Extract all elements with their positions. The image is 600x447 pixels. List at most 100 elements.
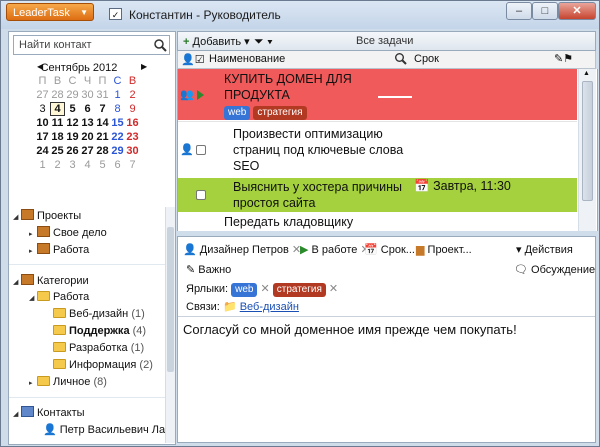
tree-categories[interactable]: ◢ Категории <box>13 274 89 287</box>
task-row[interactable]: Выяснить у хостера причины простоя сайта… <box>178 178 577 212</box>
calendar-day[interactable]: 31 <box>95 88 110 102</box>
calendar-day[interactable]: 19 <box>65 130 80 144</box>
remove-icon[interactable]: ✕ <box>260 283 269 295</box>
calendar-day[interactable]: 21 <box>95 130 110 144</box>
calendar-day[interactable]: 8 <box>110 102 125 116</box>
calendar-day[interactable]: 2 <box>125 88 140 102</box>
calendar-day[interactable]: 22 <box>110 130 125 144</box>
tag-web[interactable]: web <box>231 283 258 297</box>
calendar-day[interactable]: 23 <box>125 130 140 144</box>
maximize-button[interactable]: □ <box>532 2 558 20</box>
sidebar-scrollbar[interactable] <box>165 207 175 443</box>
calendar-day[interactable]: 28 <box>95 144 110 158</box>
task-row[interactable]: 👤 Произвести оптимизацию страниц под клю… <box>178 121 577 179</box>
search-icon[interactable] <box>394 52 407 65</box>
task-list-scrollbar[interactable]: ▲ <box>578 69 596 231</box>
tag-strategy[interactable]: стратегия <box>272 283 326 297</box>
calendar-day[interactable]: 29 <box>110 144 125 158</box>
actions-menu[interactable]: ▾ Действия <box>516 243 573 256</box>
tree-project-item[interactable]: ▸ Работа <box>29 243 89 256</box>
minimize-button[interactable]: – <box>506 2 532 20</box>
project-button[interactable]: ▆ Проект... <box>416 243 472 256</box>
calendar-day[interactable]: 6 <box>80 102 95 116</box>
add-task-button[interactable]: + Добавить ▾ <box>183 35 250 48</box>
tree-category-item[interactable]: Веб-дизайн (1) <box>53 308 145 320</box>
collapse-icon[interactable]: ◢ <box>29 294 37 302</box>
tag-web[interactable]: web <box>224 106 251 120</box>
tree-category-work[interactable]: ◢ Работа <box>29 291 89 303</box>
calendar-day[interactable]: 16 <box>125 116 140 130</box>
tree-contact-item[interactable]: 👤 Петр Васильевич Лаг <box>43 423 169 436</box>
tree-category-personal[interactable]: ▸ Личное (8) <box>29 376 107 388</box>
assignee-field[interactable]: 👤 Дизайнер Петров ✕ <box>183 243 301 256</box>
status-button[interactable]: ▶ В работе ✕ <box>300 243 370 256</box>
tag-strategy[interactable]: стратегия <box>253 106 307 120</box>
discussion-button[interactable]: 🗨 Обсуждение <box>514 263 595 276</box>
tree-category-item-selected[interactable]: Поддержка (4) <box>53 325 146 337</box>
calendar-day[interactable]: 9 <box>125 102 140 116</box>
calendar-day[interactable]: 30 <box>80 88 95 102</box>
close-button[interactable]: ✕ <box>558 2 596 20</box>
search-icon[interactable] <box>153 38 167 52</box>
task-checkbox[interactable] <box>196 145 206 155</box>
calendar-day[interactable]: 14 <box>95 116 110 130</box>
calendar-day[interactable]: 30 <box>125 144 140 158</box>
related-link[interactable]: Веб-дизайн <box>240 301 299 313</box>
scrollbar-thumb[interactable] <box>582 81 593 201</box>
tree-category-item[interactable]: Информация (2) <box>53 359 153 371</box>
app-menu-button[interactable]: LeaderTask ▼ <box>6 3 94 21</box>
prev-month-button[interactable]: ◀ <box>37 62 43 71</box>
settings-icon[interactable]: ✎⚑ <box>554 52 573 65</box>
expand-icon[interactable]: ▸ <box>29 379 37 387</box>
calendar-day[interactable]: 17 <box>35 130 50 144</box>
calendar-day[interactable]: 24 <box>35 144 50 158</box>
calendar-day[interactable]: 25 <box>50 144 65 158</box>
calendar-day[interactable]: 2 <box>50 158 65 172</box>
calendar-day-today[interactable]: 4 <box>50 102 65 116</box>
calendar-day[interactable]: 4 <box>80 158 95 172</box>
calendar-day[interactable]: 13 <box>80 116 95 130</box>
calendar-day[interactable]: 29 <box>65 88 80 102</box>
remove-icon[interactable]: ✕ <box>329 283 338 295</box>
tree-project-item[interactable]: ▸ Свое дело <box>29 226 107 239</box>
calendar-day[interactable]: 5 <box>95 158 110 172</box>
filter-button[interactable]: ⏷ ▾ <box>254 34 273 49</box>
contact-search-input[interactable]: Найти контакт <box>13 35 170 55</box>
name-column-header[interactable]: Наименование <box>209 53 285 65</box>
next-month-button[interactable]: ▶ <box>141 62 147 71</box>
collapse-icon[interactable]: ◢ <box>13 213 21 221</box>
calendar-day[interactable]: 7 <box>125 158 140 172</box>
calendar-day[interactable]: 15 <box>110 116 125 130</box>
task-row[interactable]: 👥 КУПИТЬ ДОМЕН ДЛЯ ПРОДУКТА web стратегия <box>178 69 577 120</box>
calendar-day[interactable]: 1 <box>35 158 50 172</box>
tree-category-item[interactable]: Разработка (1) <box>53 342 144 354</box>
due-button[interactable]: 📅 Срок... <box>364 243 415 256</box>
task-note[interactable]: Согласуй со мной доменное имя прежде чем… <box>183 322 517 337</box>
due-column-header[interactable]: Срок <box>414 53 439 65</box>
calendar-day[interactable]: 10 <box>35 116 50 130</box>
calendar-day[interactable]: 27 <box>80 144 95 158</box>
task-checkbox[interactable] <box>196 190 206 200</box>
calendar-day[interactable]: 12 <box>65 116 80 130</box>
tree-contacts[interactable]: ◢ Контакты <box>13 406 85 419</box>
calendar-day[interactable]: 26 <box>65 144 80 158</box>
collapse-icon[interactable]: ◢ <box>13 410 21 418</box>
calendar-day[interactable]: 3 <box>65 158 80 172</box>
calendar-day[interactable]: 28 <box>50 88 65 102</box>
scroll-up-icon[interactable]: ▲ <box>583 70 590 77</box>
task-row[interactable]: Передать кладовщику <box>178 212 577 231</box>
expand-icon[interactable]: ▸ <box>29 230 37 238</box>
important-button[interactable]: ✎ Важно <box>186 263 231 276</box>
collapse-icon[interactable]: ◢ <box>13 278 21 286</box>
calendar-day[interactable]: 6 <box>110 158 125 172</box>
tree-projects[interactable]: ◢ Проекты <box>13 209 81 222</box>
calendar-day[interactable]: 1 <box>110 88 125 102</box>
calendar-day[interactable]: 27 <box>35 88 50 102</box>
scrollbar-thumb[interactable] <box>167 227 174 372</box>
expand-icon[interactable]: ▸ <box>29 247 37 255</box>
calendar-day[interactable]: 3 <box>35 102 50 116</box>
assignee-column-icon[interactable]: 👤☑ <box>181 53 205 66</box>
calendar-day[interactable]: 18 <box>50 130 65 144</box>
in-progress-icon[interactable] <box>197 90 204 100</box>
calendar-day[interactable]: 5 <box>65 102 80 116</box>
